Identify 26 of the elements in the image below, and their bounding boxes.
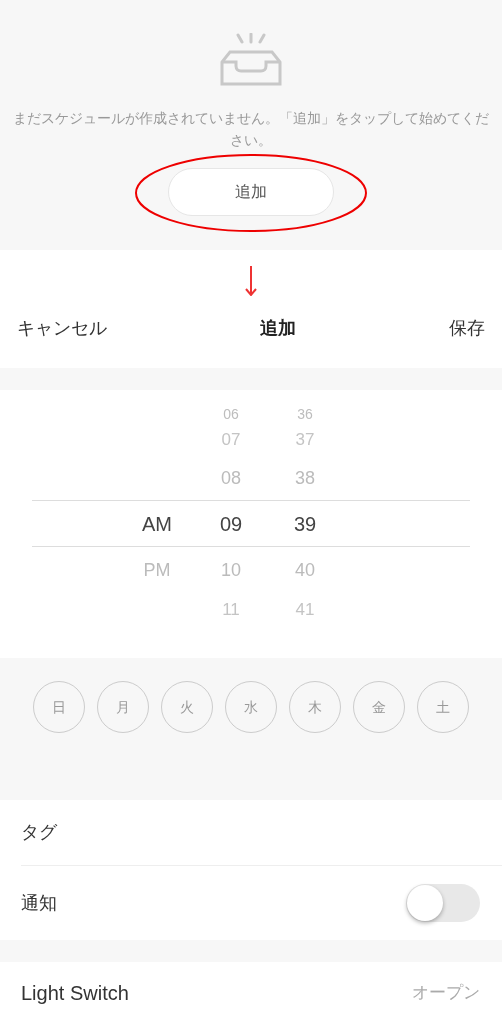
picker-item[interactable]: 06 <box>194 400 268 428</box>
picker-item[interactable]: 08 <box>194 464 268 492</box>
picker-item[interactable]: 11 <box>194 595 268 623</box>
picker-item[interactable]: 41 <box>268 595 342 623</box>
row-label[interactable]: タグ <box>21 819 57 846</box>
picker-item[interactable]: 38 <box>268 464 342 492</box>
toggle-switch[interactable] <box>406 884 480 922</box>
arrow-down-icon <box>245 266 257 296</box>
picker-item[interactable]: 37 <box>268 425 342 453</box>
header-title: 追加 <box>260 316 296 340</box>
picker-item[interactable]: 10 <box>194 556 268 584</box>
empty-message: まだスケジュールが作成されていません。「追加」をタップして始めてください。 <box>12 109 490 150</box>
row-label: 通知 <box>21 891 57 915</box>
add-button[interactable]: 追加 <box>168 168 334 216</box>
inbox-icon <box>218 33 284 87</box>
device-action: オープン <box>412 982 480 1005</box>
save-button[interactable]: 保存 <box>449 314 485 342</box>
picker-item[interactable]: PM <box>120 556 194 584</box>
cancel-button[interactable]: キャンセル <box>17 314 107 342</box>
picker-item[interactable]: 39 <box>268 510 342 538</box>
picker-item[interactable]: 07 <box>194 425 268 453</box>
device-name: Light Switch <box>21 981 129 1006</box>
picker-item[interactable]: 36 <box>268 400 342 428</box>
picker-item[interactable]: 09 <box>194 510 268 538</box>
picker-item[interactable]: AM <box>120 510 194 538</box>
picker-item[interactable]: 40 <box>268 556 342 584</box>
